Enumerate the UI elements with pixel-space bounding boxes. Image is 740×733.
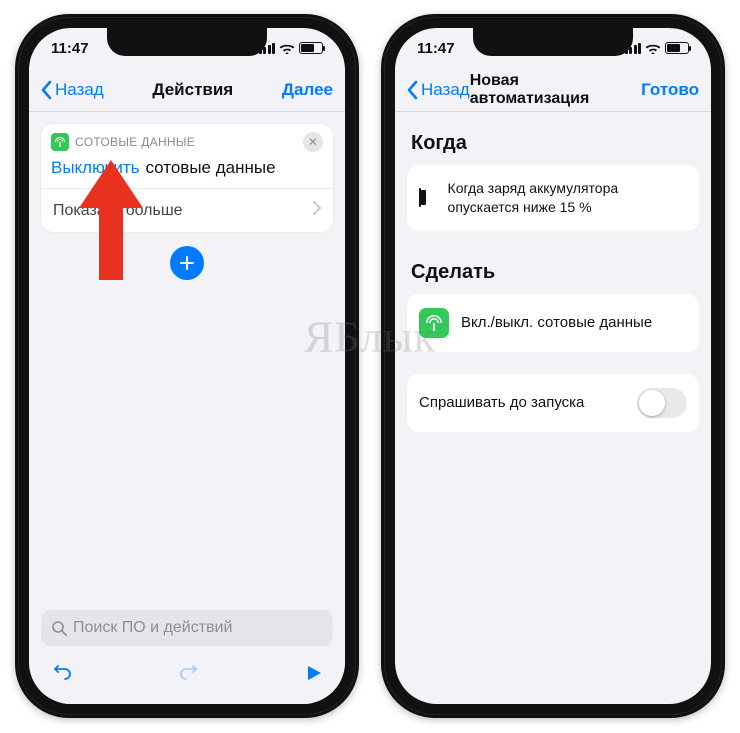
done-button[interactable]: Готово [641,80,699,100]
redo-button[interactable] [178,659,200,687]
show-more-label: Показать больше [53,202,183,220]
notch [473,28,633,56]
search-input[interactable]: Поиск ПО и действий [41,610,333,646]
when-text: Когда заряд аккумулятора опускается ниже… [448,179,687,217]
battery-icon [665,42,689,54]
action-badge: СОТОВЫЕ ДАННЫЕ [75,135,195,149]
add-action-button[interactable] [170,246,204,280]
do-cell[interactable]: Вкл./выкл. сотовые данные [407,294,699,352]
phone-left: 11:47 Назад Действия Далее [15,14,359,718]
bottom-toolbar [29,654,345,704]
do-text: Вкл./выкл. сотовые данные [461,314,652,331]
search-icon [51,620,67,636]
back-button[interactable]: Назад [407,80,470,100]
next-button[interactable]: Далее [282,80,333,100]
action-card: СОТОВЫЕ ДАННЫЕ ✕ Выключить сотовые данные… [41,124,333,232]
status-time: 11:47 [417,40,455,57]
phone-right: 11:47 Назад Новая автоматизация Готово [381,14,725,718]
battery-icon [299,42,323,54]
cellular-icon [51,133,69,151]
nav-title: Действия [152,80,233,100]
ask-toggle[interactable] [637,388,687,418]
when-cell[interactable]: Когда заряд аккумулятора опускается ниже… [407,165,699,231]
wifi-icon [645,42,661,54]
back-button[interactable]: Назад [41,80,104,100]
clear-button[interactable]: ✕ [303,132,323,152]
section-do-title: Сделать [411,261,695,284]
wifi-icon [279,42,295,54]
back-label: Назад [421,80,470,100]
cellular-app-icon [419,308,449,338]
nav-title: Новая автоматизация [470,72,641,108]
notch [107,28,267,56]
battery-low-icon [419,189,436,206]
status-time: 11:47 [51,40,89,57]
show-more-row[interactable]: Показать больше [41,188,333,232]
section-when-title: Когда [411,132,695,155]
run-button[interactable] [305,664,323,682]
chevron-right-icon [313,201,321,220]
nav-bar: Назад Действия Далее [29,68,345,112]
nav-bar: Назад Новая автоматизация Готово [395,68,711,112]
ask-before-run-cell: Спрашивать до запуска [407,374,699,432]
undo-button[interactable] [51,659,73,687]
search-placeholder: Поиск ПО и действий [73,619,232,637]
ask-label: Спрашивать до запуска [419,394,584,411]
back-label: Назад [55,80,104,100]
toggle-link[interactable]: Выключить [51,158,139,177]
action-text: сотовые данные [145,158,275,177]
